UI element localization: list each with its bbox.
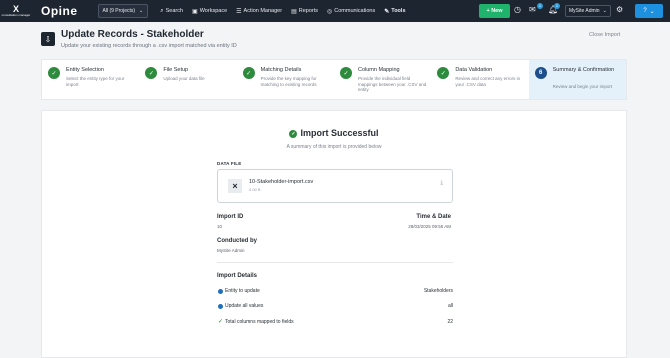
check-icon: ✓ — [242, 67, 255, 79]
nav-workspace-label: Workspace — [199, 8, 228, 14]
step-label: Column Mapping — [357, 67, 400, 73]
project-selector-label: All (9 Projects) — [102, 8, 136, 14]
import-icon: ⇩ — [41, 32, 55, 46]
step-label: Data Validation — [455, 67, 493, 73]
detail-row: ✓ Total columns mapped to fields 22 — [217, 319, 453, 327]
project-selector[interactable]: All (9 Projects) ⌄ — [97, 4, 149, 18]
nav-reports[interactable]: ▤ Reports — [291, 8, 318, 15]
time-date-label: Time & Date — [416, 214, 451, 220]
nav-tools[interactable]: ✎ Tools — [384, 8, 405, 15]
step-description: Provide the key mapping for matching to … — [260, 76, 317, 87]
gear-icon[interactable]: ⚙ — [616, 5, 623, 14]
import-details-label: Import Details — [217, 273, 258, 279]
success-check-icon: ✓ — [289, 130, 298, 138]
detail-label: Total columns mapped to fields — [225, 319, 294, 325]
detail-row: Update all values all — [217, 303, 453, 311]
admin-menu[interactable]: MySite Admin ⌄ — [565, 5, 611, 17]
data-file-box: × 10-Stakeholder-import.csv 0.00 B ⤓ — [217, 169, 453, 203]
step-column-mapping[interactable]: ✓ Column Mapping Provide the individual … — [334, 60, 431, 99]
workspace-icon: ▣ — [192, 8, 198, 15]
time-date-value: 28/03/2025 09:55 AM — [408, 224, 451, 229]
notifications-badge: 1 — [554, 3, 560, 9]
check-icon: ✓ — [339, 67, 352, 79]
step-number: 6 — [534, 67, 547, 79]
detail-row: Entity to update Stakeholders — [217, 288, 453, 296]
nav-action-manager[interactable]: ☰ Action Manager — [236, 8, 282, 15]
list-icon: ☰ — [236, 8, 242, 15]
success-subtitle: A summary of this import is provided bel… — [286, 144, 382, 150]
step-matching-details[interactable]: ✓ Matching Details Provide the key mappi… — [237, 60, 334, 99]
step-description: Select the entity type for your import — [66, 76, 125, 87]
check-icon: ✓ — [145, 67, 158, 79]
step-label: Matching Details — [260, 67, 302, 73]
close-import-link[interactable]: Close Import — [589, 32, 620, 38]
chevron-down-icon: ⌄ — [139, 8, 144, 14]
step-file-setup[interactable]: ✓ File Setup Upload your data file — [139, 60, 236, 99]
check-icon: ✓ — [437, 67, 450, 79]
consultation-manager-logo[interactable]: X consultation manager — [0, 0, 32, 22]
download-icon[interactable]: ⤓ — [440, 180, 443, 187]
nav-communications-label: Communications — [334, 8, 376, 14]
import-id-value: 10 — [217, 224, 223, 229]
step-label: File Setup — [163, 67, 189, 73]
detail-label: Update all values — [225, 303, 264, 309]
tools-icon: ✎ — [384, 8, 390, 15]
messages-badge: 1 — [537, 3, 543, 9]
nav-reports-label: Reports — [298, 8, 318, 14]
nav-communications[interactable]: ◎ Communications — [327, 8, 375, 15]
file-size: 0.00 B — [249, 187, 261, 192]
check-icon: ✓ — [218, 319, 224, 325]
communications-icon: ◎ — [327, 8, 333, 15]
detail-label: Entity to update — [225, 288, 260, 294]
page-subtitle: Update your existing records through a .… — [61, 43, 237, 49]
import-summary-card: ✓ Import Successful A summary of this imp… — [41, 110, 627, 358]
detail-value: all — [447, 303, 453, 309]
bullet-icon — [218, 304, 223, 309]
nav-search[interactable]: ⌕ Search — [160, 8, 183, 15]
search-icon: ⌕ — [160, 7, 164, 14]
conducted-by-value: MySite Admin — [217, 248, 245, 253]
data-file-label: DATA FILE — [217, 161, 242, 166]
help-button[interactable]: ? ⌄ — [635, 4, 663, 18]
report-icon: ▤ — [291, 8, 297, 15]
nav-search-label: Search — [165, 8, 184, 14]
step-label: Entity Selection — [66, 67, 104, 73]
step-description: Review and correct any errors in your .C… — [455, 76, 521, 87]
brand-text: consultation manager — [1, 13, 31, 17]
step-summary-confirmation[interactable]: 6 Summary & Confirmation Review and begi… — [528, 60, 626, 99]
step-data-validation[interactable]: ✓ Data Validation Review and correct any… — [431, 60, 528, 99]
file-icon: × — [228, 179, 242, 193]
conducted-by-label: Conducted by — [217, 238, 257, 244]
nav-action-manager-label: Action Manager — [243, 8, 283, 14]
bullet-icon — [218, 289, 223, 294]
detail-value: 22 — [447, 319, 453, 325]
step-entity-selection[interactable]: ✓ Entity Selection Select the entity typ… — [42, 60, 139, 99]
new-button[interactable]: + New — [479, 4, 510, 18]
step-description: Provide the individual field mappings be… — [357, 76, 427, 93]
step-label: Summary & Confirmation — [552, 67, 615, 73]
success-title: Import Successful — [300, 128, 379, 138]
detail-value: Stakeholders — [423, 288, 453, 294]
clock-icon[interactable]: ◷ — [514, 5, 521, 14]
divider — [217, 262, 453, 263]
mail-icon[interactable]: ✉ — [529, 5, 536, 14]
success-heading: ✓ Import Successful — [42, 128, 626, 138]
step-description: Upload your data file — [163, 76, 205, 81]
nav-workspace[interactable]: ▣ Workspace — [192, 8, 227, 15]
check-icon: ✓ — [48, 67, 60, 79]
import-stepper: ✓ Entity Selection Select the entity typ… — [41, 59, 627, 100]
page-title: Update Records - Stakeholder — [61, 29, 204, 40]
brand-mark: X — [12, 4, 19, 14]
help-icon: ? — [643, 8, 647, 14]
chevron-down-icon: ⌄ — [649, 8, 655, 15]
nav-tools-label: Tools — [391, 8, 406, 14]
file-name: 10-Stakeholder-import.csv — [249, 179, 314, 185]
chevron-down-icon: ⌄ — [602, 8, 607, 14]
step-description: Review and begin your import — [552, 84, 613, 89]
admin-menu-label: MySite Admin — [569, 8, 600, 14]
import-id-label: Import ID — [217, 214, 244, 220]
app-logo[interactable]: Opine — [41, 4, 78, 18]
